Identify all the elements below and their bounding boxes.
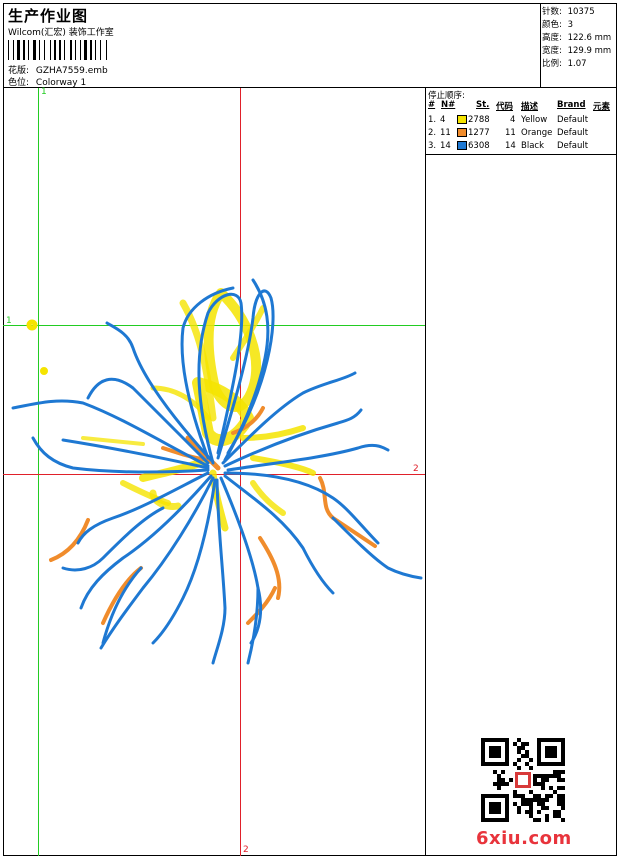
color-swatch — [457, 141, 467, 150]
row-stitches: 1277 — [468, 128, 490, 138]
barcode-bar — [70, 40, 72, 60]
row-code: 4 — [510, 115, 516, 125]
barcode-bar — [84, 40, 87, 60]
row-n: 4 — [440, 115, 446, 125]
stat-height: 高度: 122.6 mm — [542, 31, 611, 43]
stat-label: 高度: — [542, 33, 562, 43]
col-st: St. — [476, 100, 490, 110]
barcode-bar — [90, 40, 92, 60]
row-index: 1. — [428, 115, 437, 125]
barcode-bar — [23, 40, 25, 60]
col-hash: # — [428, 100, 436, 110]
row-index: 3. — [428, 141, 437, 151]
stat-label: 针数: — [542, 7, 562, 17]
qr-code — [481, 738, 565, 822]
row-desc: Black — [521, 141, 544, 151]
table-row: 2. 11 1277 11 Orange Default — [426, 128, 618, 141]
barcode-bar — [80, 40, 81, 60]
barcode-bar — [106, 40, 107, 60]
stat-value: 1.07 — [567, 59, 587, 69]
stat-width: 宽度: 129.9 mm — [542, 44, 611, 56]
color-swatch — [457, 128, 467, 137]
colorway-line: 色位: Colorway 1 — [8, 75, 86, 88]
table-row: 3. 14 6308 14 Black Default — [426, 141, 618, 154]
barcode-bar — [64, 40, 65, 60]
row-stitches: 6308 — [468, 141, 490, 151]
barcode-bar — [75, 40, 76, 60]
blue-stitches — [11, 278, 423, 665]
colorway-label: 色位: — [8, 78, 30, 88]
row-index: 2. — [428, 128, 437, 138]
barcode-bar — [33, 40, 36, 60]
barcode-bar — [44, 40, 45, 60]
table-row: 1. 4 2788 4 Yellow Default — [426, 115, 618, 128]
panel-divider — [425, 155, 426, 856]
row-brand: Default — [557, 141, 589, 151]
row-desc: Yellow — [521, 115, 548, 125]
stats-panel: 针数: 10375 颜色: 3 高度: 122.6 mm 宽度: 129.9 m… — [540, 3, 617, 88]
barcode — [8, 40, 154, 60]
studio-name: Wilcom(汇宏) 装饰工作室 — [8, 28, 114, 38]
row-brand: Default — [557, 128, 589, 138]
stat-stitches: 针数: 10375 — [542, 5, 595, 17]
embroidery-design — [11, 278, 423, 665]
row-stitches: 2788 — [468, 115, 490, 125]
barcode-bar — [39, 40, 40, 60]
row-code: 14 — [505, 141, 516, 151]
watermark-brand: 6xiu.com — [476, 828, 572, 849]
design-canvas: 1 1 2 2 — [3, 87, 425, 856]
header-panel: 生产作业图 Wilcom(汇宏) 装饰工作室 花版: GZHA7559.emb … — [3, 3, 541, 88]
col-code: 代码 — [496, 102, 514, 112]
stat-value: 122.6 mm — [567, 33, 612, 43]
row-n: 11 — [440, 128, 451, 138]
col-desc: 描述 — [521, 102, 539, 112]
stat-value: 129.9 mm — [567, 46, 612, 56]
color-swatch — [457, 115, 467, 124]
stat-label: 比例: — [542, 59, 562, 69]
stat-scale: 比例: 1.07 — [542, 57, 587, 69]
col-brand: Brand — [557, 100, 586, 110]
barcode-bar — [54, 40, 56, 60]
stat-colors: 颜色: 3 — [542, 18, 573, 30]
stat-label: 颜色: — [542, 20, 562, 30]
stat-value: 10375 — [567, 7, 595, 17]
barcode-bar — [95, 40, 96, 60]
barcode-bar — [13, 40, 14, 60]
barcode-bar — [17, 40, 20, 60]
barcode-bar — [28, 40, 29, 60]
row-code: 11 — [505, 128, 516, 138]
row-brand: Default — [557, 115, 589, 125]
barcode-bar — [50, 40, 51, 60]
col-n: N# — [441, 100, 456, 110]
col-element: 元素 — [593, 102, 611, 112]
barcode-bar — [59, 40, 61, 60]
stat-value: 3 — [567, 20, 573, 30]
page-title: 生产作业图 — [8, 7, 89, 25]
barcode-bar — [100, 40, 101, 60]
barcode-bar — [8, 40, 9, 60]
row-n: 14 — [440, 141, 451, 151]
stat-label: 宽度: — [542, 46, 562, 56]
stop-sequence-panel: 停止顺序: # N# St. 代码 描述 Brand 元素 1. 4 2788 … — [425, 87, 617, 155]
row-desc: Orange — [521, 128, 553, 138]
